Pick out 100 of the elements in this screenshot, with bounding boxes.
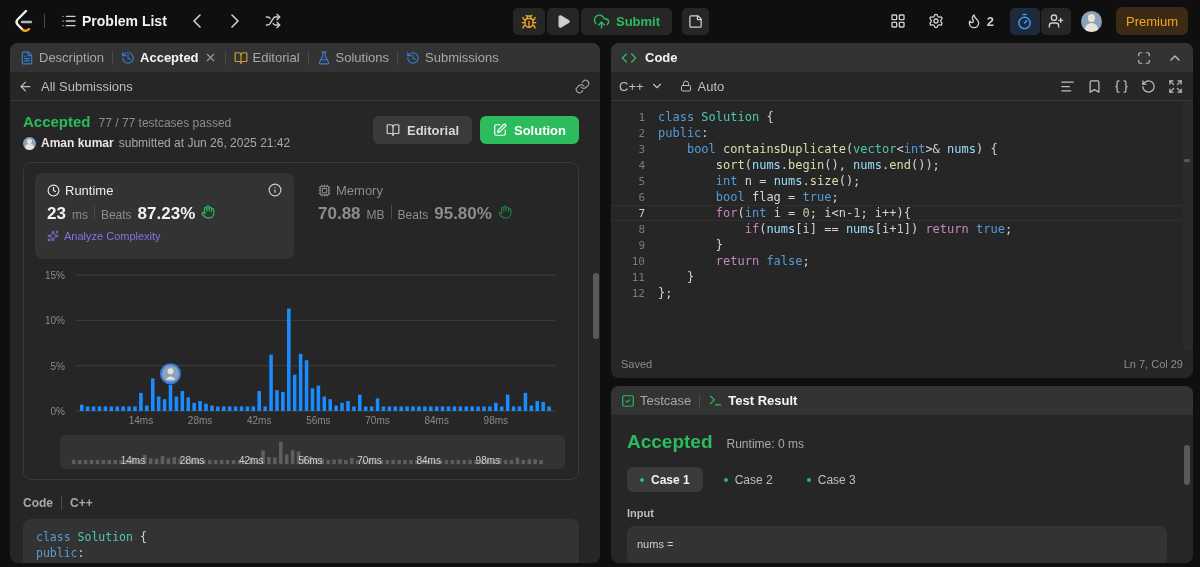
input-value: nums = <box>627 526 1167 563</box>
chart-bar <box>488 406 492 411</box>
hand-icon <box>497 205 512 219</box>
note-button[interactable] <box>682 8 710 35</box>
panel-tab[interactable]: Accepted <box>121 50 217 65</box>
reset-icon[interactable] <box>1141 78 1156 94</box>
axis-label: 84ms <box>424 415 449 426</box>
language-label: C++ <box>70 496 93 510</box>
chart-bar <box>263 406 267 411</box>
panel-tab[interactable]: Editorial <box>233 50 300 65</box>
chart-bar <box>482 406 486 411</box>
chart-bar <box>417 406 421 411</box>
user-avatar[interactable] <box>1081 10 1102 32</box>
flask-icon <box>316 50 331 65</box>
invite-button[interactable] <box>1041 7 1071 35</box>
beats-label: Beats <box>397 208 429 222</box>
settings-icon <box>927 13 944 29</box>
submit-button[interactable]: Submit <box>581 8 673 35</box>
problem-list-button[interactable]: Problem List <box>55 7 173 35</box>
chart-bar <box>476 406 480 411</box>
metric-card[interactable]: Memory 70.88 MB Beats 95.80% <box>306 173 565 259</box>
cursor-position: Ln 7, Col 29 <box>1123 358 1183 370</box>
hand-icon <box>201 205 216 219</box>
axis-label: 98ms <box>483 415 509 426</box>
chart-bar <box>352 406 356 411</box>
chart-bar <box>346 401 350 411</box>
code-line: sort(nums.begin(), nums.end()); <box>714 157 940 173</box>
editorial-button[interactable]: Editorial <box>373 116 472 144</box>
chart-bar <box>411 406 415 411</box>
case-tab[interactable]: Case 3 <box>793 467 869 492</box>
console-tab[interactable]: Test Result <box>708 393 798 408</box>
fullscreen-icon[interactable] <box>1137 50 1151 65</box>
clock-icon <box>47 184 60 197</box>
avatar-marker[interactable] <box>160 363 181 385</box>
line-number: 4 <box>637 158 645 172</box>
panel-tab[interactable]: Submissions <box>406 50 499 65</box>
axis-label: 14ms <box>120 455 146 466</box>
testcases-text: 77 / 77 testcases passed <box>98 116 232 130</box>
chart-bar <box>340 402 344 411</box>
bookmark-icon[interactable] <box>1087 78 1102 94</box>
line-number: 11 <box>630 270 645 284</box>
edit-icon <box>493 123 507 137</box>
axis-label: 56ms <box>298 455 323 466</box>
axis-label: 5% <box>50 360 65 372</box>
axis-label: 42ms <box>239 455 264 466</box>
submission-status: Accepted <box>23 113 91 130</box>
line-number: 3 <box>637 142 645 156</box>
metric-label: Runtime <box>65 183 114 198</box>
chart-bar <box>547 406 551 411</box>
timer-button[interactable] <box>1010 7 1040 35</box>
axis-label: 42ms <box>247 415 272 426</box>
panel-tab[interactable]: Solutions <box>316 50 389 65</box>
language-select[interactable]: C++ <box>619 78 664 94</box>
author-name[interactable]: Aman kumar <box>41 136 114 150</box>
code-line: public: <box>36 545 86 561</box>
case-tab[interactable]: Case 2 <box>710 467 786 492</box>
submitted-text: submitted at Jun 26, 2025 21:42 <box>118 136 291 150</box>
expand-icon[interactable] <box>1168 78 1183 94</box>
run-button[interactable] <box>547 8 579 35</box>
book-icon <box>233 50 248 65</box>
chart-bar <box>204 403 208 411</box>
axis-label: 70ms <box>365 415 390 426</box>
play-icon <box>555 14 571 29</box>
back-link[interactable]: All Submissions <box>18 78 133 94</box>
lock-icon <box>679 80 692 92</box>
code-line: } <box>714 237 724 253</box>
chart-bar <box>405 406 409 411</box>
axis-label: 28ms <box>187 415 213 426</box>
chart-bar <box>210 405 214 411</box>
runtime-text: Runtime: 0 ms <box>726 437 804 451</box>
info-icon[interactable] <box>268 183 282 197</box>
chart-bar <box>281 391 285 411</box>
line-number: 8 <box>637 222 645 236</box>
braces-icon[interactable] <box>1114 78 1129 94</box>
metric-card[interactable]: Runtime 23 ms Beats 87.23% Analyze Complexity <box>35 173 294 259</box>
metric-unit: MB <box>366 208 385 222</box>
panel-tab[interactable]: Description <box>20 50 105 65</box>
code-line: }; <box>658 285 673 301</box>
range-overview[interactable]: 14ms 28ms 42ms 56ms 70ms 84ms 98ms <box>60 435 565 469</box>
note-icon <box>688 14 704 29</box>
metric-value: 70.88 <box>318 204 361 224</box>
auto-mode[interactable]: Auto <box>679 78 725 94</box>
chart-bar <box>269 354 273 411</box>
line-number: 2 <box>637 126 645 140</box>
scrollbar[interactable] <box>1183 101 1193 350</box>
debug-button[interactable] <box>513 8 545 35</box>
code-line: } <box>685 269 695 285</box>
streak-button[interactable]: 2 <box>959 7 1000 35</box>
logo-icon[interactable] <box>14 10 34 32</box>
link-icon[interactable] <box>575 78 590 94</box>
timer-icon <box>1016 12 1034 30</box>
code-line: bool flag = true; <box>714 189 839 205</box>
console-tab[interactable]: Testcase <box>621 393 692 408</box>
chart-bar <box>133 406 137 411</box>
format-icon[interactable] <box>1060 78 1075 94</box>
add-user-icon <box>1048 13 1064 29</box>
chart-bar <box>127 406 131 411</box>
case-tab[interactable]: Case 1 <box>627 467 703 492</box>
premium-button[interactable]: Premium <box>1116 7 1188 35</box>
terminal-icon <box>708 393 724 408</box>
